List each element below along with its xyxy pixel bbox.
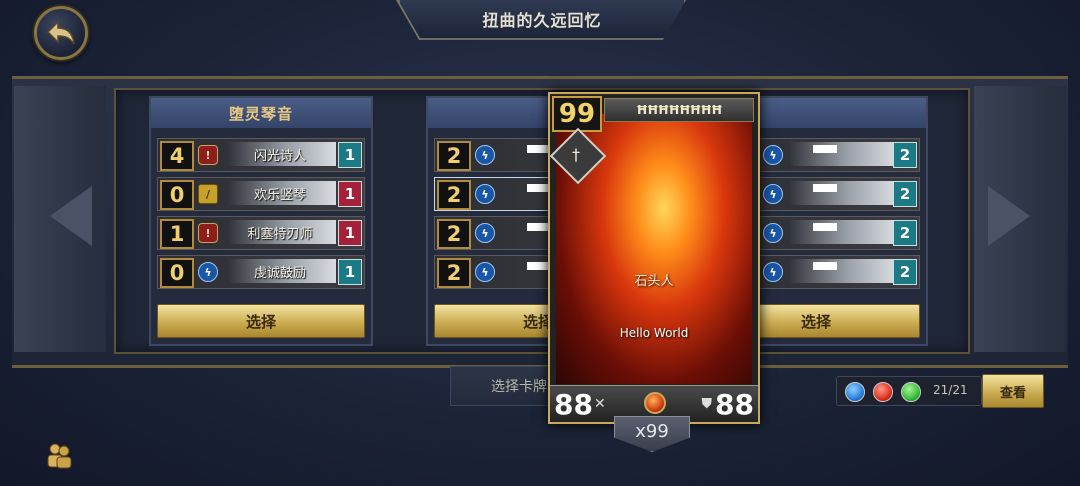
card-name: 利塞特刃师 <box>247 227 313 242</box>
card-art <box>789 181 895 205</box>
card-art <box>789 142 895 166</box>
card-title: ĦĦĦĦĦĦĦĦ <box>604 98 754 122</box>
class-icon-blue: ϟ <box>763 184 783 204</box>
class-icon-blue: ϟ <box>763 223 783 243</box>
card-description: Hello World <box>619 326 689 340</box>
redacted-name-bar <box>813 223 837 231</box>
card-name: 虔诚鼓励 <box>253 266 306 281</box>
card-cost: 2 <box>437 180 471 210</box>
card-row[interactable]: 0 ϟ 虔诚鼓励 1 <box>157 255 365 289</box>
deck-title: 堕灵琴音 <box>151 98 371 128</box>
card-count: 1 <box>338 142 362 168</box>
card-cost: 2 <box>437 219 471 249</box>
redacted-name-bar <box>813 184 837 192</box>
class-icon-blue: ϟ <box>475 262 495 282</box>
card-count: 1 <box>338 181 362 207</box>
class-icon-blue: ϟ <box>763 145 783 165</box>
deck-panel-1: 堕灵琴音 4 ! 闪光诗人 1 0 / 欢乐竖琴 1 1 ! 利塞特刃师 1 0… <box>149 96 373 346</box>
card-count: 1 <box>338 259 362 285</box>
card-cost: 4 <box>160 141 194 171</box>
page-title: 扭曲的久远回忆 <box>398 0 686 40</box>
card-health: 88 <box>715 388 754 421</box>
crossed-swords-icon: ✕ <box>594 396 606 412</box>
card-row[interactable]: 0 / 欢乐竖琴 1 <box>157 177 365 211</box>
card-cost: 0 <box>160 180 194 210</box>
card-name: 闪光诗人 <box>253 149 306 164</box>
card-cost: 2 <box>437 141 471 171</box>
card-count: 2 <box>893 142 917 168</box>
redacted-name-bar <box>813 145 837 153</box>
card-cost: 1 <box>160 219 194 249</box>
card-row[interactable]: 1 ! 利塞特刃师 1 <box>157 216 365 250</box>
card-name: 欢乐竖琴 <box>253 188 306 203</box>
class-icon-blue: ϟ <box>475 223 495 243</box>
select-deck-button[interactable]: 选择 <box>157 304 365 338</box>
green-gem-icon <box>901 382 921 402</box>
card-cost: 99 <box>552 96 602 132</box>
card-cost: 2 <box>437 258 471 288</box>
red-gem-icon <box>873 382 893 402</box>
card-preview[interactable]: 99 ĦĦĦĦĦĦĦĦ † 石头人 Hello World 88 ✕ ⛊ 88 <box>548 92 760 424</box>
class-icon-blue: ϟ <box>475 145 495 165</box>
class-icon-blue: ϟ <box>198 262 218 282</box>
card-attack: 88 <box>554 388 593 421</box>
sword-icon: † <box>572 144 580 164</box>
class-icon-red: ! <box>198 223 218 243</box>
card-cost: 0 <box>160 258 194 288</box>
card-count: 2 <box>893 220 917 246</box>
card-art <box>789 220 895 244</box>
friends-icon[interactable] <box>44 440 74 470</box>
redacted-name-bar <box>813 262 837 270</box>
card-count: 1 <box>338 220 362 246</box>
card-gem-icon <box>644 392 666 414</box>
card-art <box>789 259 895 283</box>
blue-gem-icon <box>845 382 865 402</box>
right-arrow-icon[interactable] <box>988 186 1030 246</box>
class-icon-red: ! <box>198 145 218 165</box>
back-arrow-icon <box>46 20 75 45</box>
class-icon-yellow: / <box>198 184 218 204</box>
card-count: 2 <box>893 259 917 285</box>
gem-count: 21/21 <box>933 383 968 397</box>
left-arrow-icon[interactable] <box>50 186 92 246</box>
gem-panel: 21/21 <box>836 376 982 406</box>
card-quantity: x99 <box>614 416 690 452</box>
card-count: 2 <box>893 181 917 207</box>
card-race: 石头人 <box>634 274 674 289</box>
back-button[interactable] <box>34 6 88 60</box>
shield-icon: ⛊ <box>701 396 713 412</box>
view-button[interactable]: 查看 <box>982 374 1044 408</box>
class-icon-blue: ϟ <box>763 262 783 282</box>
card-row[interactable]: 4 ! 闪光诗人 1 <box>157 138 365 172</box>
class-icon-blue: ϟ <box>475 184 495 204</box>
